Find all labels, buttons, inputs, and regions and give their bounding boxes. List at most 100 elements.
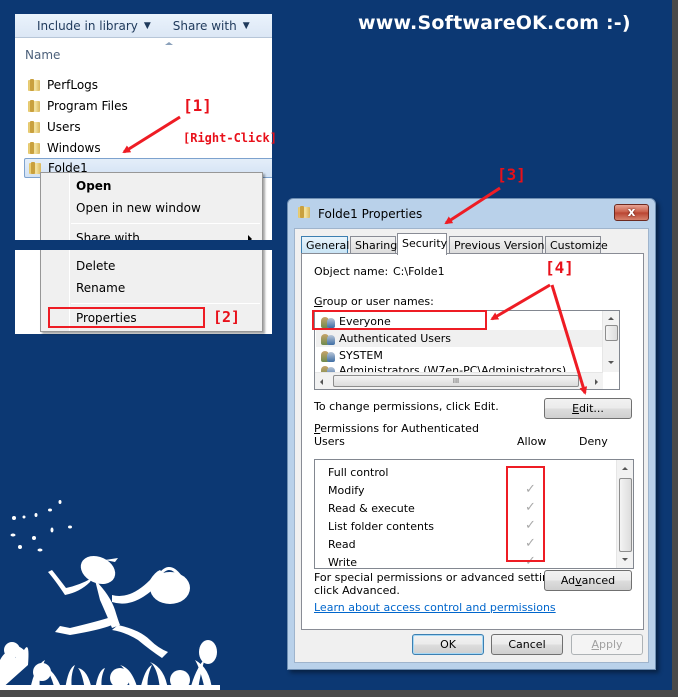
file-name: Windows	[47, 141, 101, 155]
menu-item-open[interactable]: Open	[76, 179, 111, 193]
apply-button[interactable]: Apply	[571, 634, 643, 655]
menu-item-rename[interactable]: Rename	[76, 281, 125, 295]
scroll-down-icon[interactable]	[622, 558, 628, 561]
group-or-user-names-label: Group or user names:	[314, 295, 434, 308]
highlight-properties	[48, 307, 205, 328]
highlight-allow-checks	[506, 466, 545, 562]
allow-column-header: Allow	[517, 435, 547, 448]
button-label-pre: Ad	[560, 574, 576, 587]
permission-full-control: Full control	[328, 466, 389, 479]
folder-icon	[297, 205, 311, 219]
page-edge-right	[672, 0, 678, 697]
file-item-perflogs[interactable]: PerfLogs	[27, 75, 98, 95]
annotation-step-3: [3]	[497, 165, 526, 184]
include-in-library-button[interactable]: Include in library ▼	[37, 19, 151, 33]
scroll-up-icon[interactable]	[622, 467, 628, 470]
chevron-down-icon: ▼	[143, 20, 151, 31]
object-name-value: C:\Folde1	[393, 265, 445, 278]
annotation-step-1: [1]	[183, 96, 212, 115]
object-name-label: Object name:	[314, 265, 389, 278]
menu-separator	[71, 303, 260, 304]
deny-column-header: Deny	[579, 435, 608, 448]
dialog-title: Folde1 Properties	[318, 207, 423, 221]
permissions-for-label-line2: Users	[314, 435, 345, 448]
scroll-left-icon[interactable]	[320, 379, 323, 385]
close-button[interactable]: x	[614, 204, 649, 221]
scroll-thumb[interactable]	[619, 478, 632, 552]
hscroll-thumb[interactable]: III	[333, 375, 579, 387]
file-item-users[interactable]: Users	[27, 117, 81, 137]
folder-icon	[27, 141, 41, 155]
file-name: Program Files	[47, 99, 128, 113]
file-name: PerfLogs	[47, 78, 99, 92]
accesskey: A	[591, 638, 599, 651]
ok-button[interactable]: OK	[412, 634, 484, 655]
user-row-authenticated-users[interactable]: Authenticated Users	[316, 330, 602, 347]
accesskey: E	[572, 402, 580, 415]
button-label-rest: dit...	[579, 402, 604, 415]
annotation-step-2: [2]	[213, 308, 241, 326]
file-name: Users	[47, 120, 81, 134]
scroll-thumb[interactable]	[605, 325, 618, 341]
user-name: Authenticated Users	[339, 332, 452, 345]
folder-icon	[27, 120, 41, 134]
users-group-icon	[320, 332, 336, 346]
watermark: www.SoftwareOK.com :-)	[358, 12, 631, 34]
user-name: SYSTEM	[339, 349, 383, 362]
edit-button[interactable]: Edit...	[544, 398, 632, 419]
permission-list-folder-contents: List folder contents	[328, 520, 434, 533]
grip-icon: III	[452, 377, 460, 385]
user-row-system[interactable]: SYSTEM	[316, 347, 602, 364]
page-edge-bottom	[0, 690, 678, 697]
change-permissions-text: To change permissions, click Edit.	[314, 400, 499, 413]
folder-icon	[27, 78, 41, 92]
divider-strip	[15, 240, 272, 250]
menu-item-open-new-window[interactable]: Open in new window	[76, 201, 201, 215]
accesskey: G	[314, 295, 323, 308]
tab-customize[interactable]: Customize	[545, 236, 608, 254]
tab-general[interactable]: General	[301, 236, 349, 254]
special-permissions-text: For special permissions or advanced sett…	[314, 571, 566, 584]
learn-access-control-link[interactable]: Learn about access control and permissio…	[314, 601, 556, 614]
permission-write: Write	[328, 556, 358, 569]
tab-security[interactable]: Security	[397, 233, 447, 255]
sort-arrow-icon	[165, 42, 173, 45]
name-column-header[interactable]: Name	[25, 48, 60, 62]
close-icon: x	[627, 205, 636, 219]
permission-modify: Modify	[328, 484, 365, 497]
highlight-everyone	[312, 310, 487, 330]
folder-icon	[27, 99, 41, 113]
file-item-program-files[interactable]: Program Files	[27, 96, 128, 116]
menu-separator	[71, 223, 260, 224]
tab-sharing[interactable]: Sharing	[350, 236, 397, 254]
permissions-vertical-scrollbar[interactable]	[616, 460, 633, 568]
scroll-down-icon[interactable]	[608, 361, 614, 364]
label-rest: ermissions for Authenticated	[320, 422, 479, 435]
annotation-step-4: [4]	[545, 258, 574, 277]
button-label-post: anced	[581, 574, 616, 587]
include-in-library-label: Include in library	[37, 18, 138, 33]
button-label-rest: pply	[599, 638, 623, 651]
runner-illustration	[0, 500, 220, 690]
users-group-icon	[320, 349, 336, 363]
users-vertical-scrollbar[interactable]	[602, 311, 619, 372]
scroll-up-icon[interactable]	[608, 317, 614, 320]
share-with-button[interactable]: Share with ▼	[173, 19, 250, 33]
special-permissions-text-line2: click Advanced.	[314, 584, 400, 597]
users-horizontal-scrollbar[interactable]: III	[315, 372, 603, 389]
scroll-right-icon[interactable]	[595, 379, 598, 385]
permission-read: Read	[328, 538, 356, 551]
menu-item-delete[interactable]: Delete	[76, 259, 115, 273]
advanced-button[interactable]: Advanced	[544, 570, 632, 591]
file-item-windows[interactable]: Windows	[27, 138, 101, 158]
permission-read-execute: Read & execute	[328, 502, 415, 515]
permissions-for-label: Permissions for Authenticated	[314, 422, 479, 435]
cancel-button[interactable]: Cancel	[491, 634, 563, 655]
label-rest: roup or user names:	[322, 295, 434, 308]
explorer-toolbar: Include in library ▼ Share with ▼ N	[15, 14, 272, 38]
annotation-right-click: [Right-Click]	[183, 131, 277, 145]
permissions-list: Full control Modify ✓ Read & execute ✓ L…	[314, 459, 634, 569]
share-with-label: Share with	[172, 18, 237, 33]
tab-previous-versions[interactable]: Previous Versions	[449, 236, 550, 254]
chevron-down-icon: ▼	[242, 20, 250, 31]
